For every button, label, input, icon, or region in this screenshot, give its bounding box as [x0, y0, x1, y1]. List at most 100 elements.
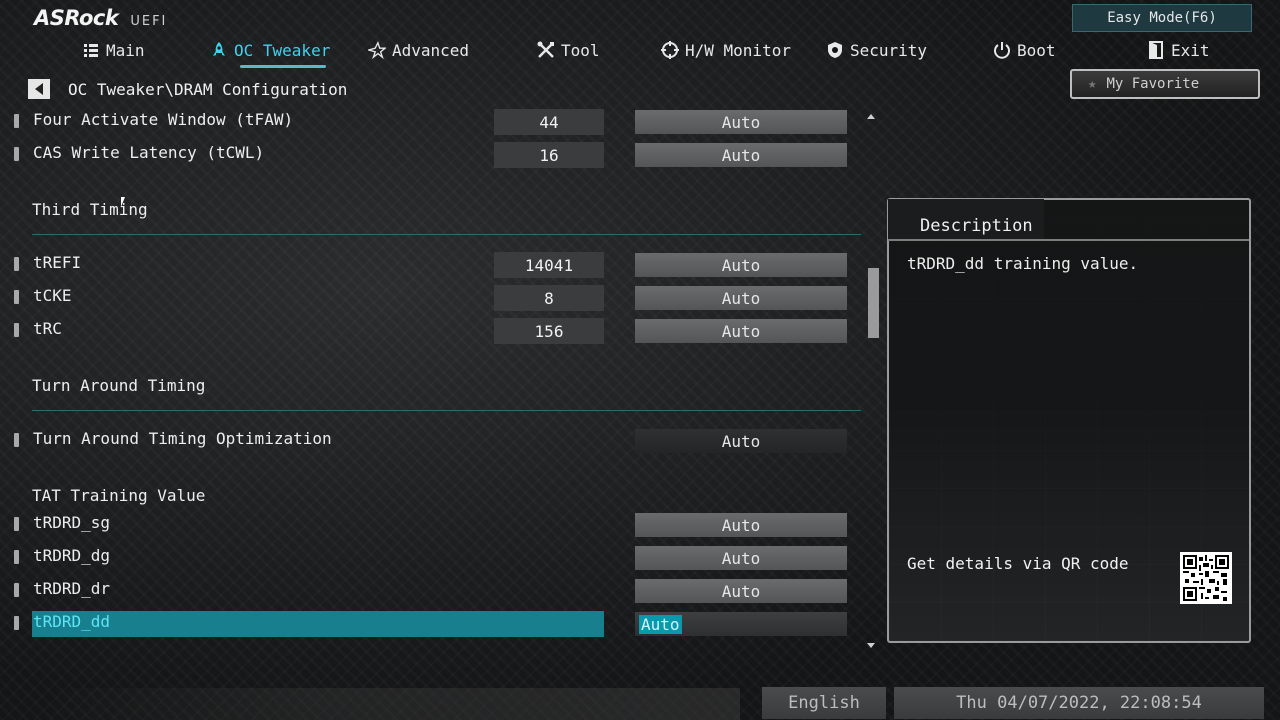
setting-label: tRC	[33, 319, 62, 338]
setting-label: tCKE	[33, 286, 72, 305]
row-marker	[14, 550, 19, 564]
row-marker	[14, 517, 19, 531]
section-divider	[32, 234, 861, 235]
option-dropdown[interactable]: Auto	[635, 579, 847, 603]
tab-advanced-label: Advanced	[392, 40, 470, 60]
selected-option-text: Auto	[639, 614, 682, 634]
easy-mode-button[interactable]: Easy Mode(F6)	[1072, 4, 1252, 32]
scrollbar-thumb[interactable]	[868, 268, 879, 338]
setting-row-tfaw[interactable]: Four Activate Window (tFAW) 44 Auto	[0, 109, 870, 135]
my-favorite-button[interactable]: ★ My Favorite	[1070, 69, 1260, 99]
logo-text: ASRock	[34, 6, 119, 30]
setting-label: Turn Around Timing Optimization	[33, 429, 332, 448]
setting-label: tRDRD_dr	[33, 579, 111, 598]
tab-main[interactable]: Main	[82, 36, 145, 64]
row-marker	[14, 290, 19, 304]
tab-tool[interactable]: Tool	[537, 36, 600, 64]
setting-row-trdrd-dd[interactable]: tRDRD_dd Auto	[0, 611, 870, 637]
setting-row-trc[interactable]: tRC 156 Auto	[0, 318, 870, 344]
tab-boot-label: Boot	[1017, 40, 1056, 60]
value-field: 14041	[494, 252, 604, 278]
favorite-star-icon: ★	[1088, 76, 1097, 92]
value-field: 16	[494, 142, 604, 168]
setting-row-trefi[interactable]: tREFI 14041 Auto	[0, 252, 870, 278]
row-marker	[14, 114, 19, 128]
setting-row-trdrd-dg[interactable]: tRDRD_dg Auto	[0, 545, 870, 571]
row-marker	[14, 323, 19, 337]
tab-boot[interactable]: Boot	[993, 36, 1056, 64]
option-dropdown[interactable]: Auto	[635, 110, 847, 134]
row-marker	[14, 433, 19, 447]
shield-icon	[826, 41, 844, 59]
value-field: 44	[494, 109, 604, 135]
footer-decoration	[40, 688, 740, 720]
selection-highlight	[32, 611, 604, 637]
scroll-up-arrow-icon[interactable]	[867, 114, 875, 119]
language-button[interactable]: English	[762, 687, 886, 719]
tab-hw-monitor[interactable]: H/W Monitor	[661, 36, 791, 64]
power-icon	[993, 41, 1011, 59]
setting-label: CAS Write Latency (tCWL)	[33, 143, 265, 162]
asrock-logo: ASRock UEFI	[34, 6, 167, 30]
tools-icon	[537, 41, 555, 59]
section-third-timing: Third Timing	[32, 200, 148, 219]
setting-row-tcke[interactable]: tCKE 8 Auto	[0, 285, 870, 311]
breadcrumb: OC Tweaker\DRAM Configuration	[68, 80, 348, 99]
tab-oc-tweaker[interactable]: OC Tweaker	[210, 36, 331, 68]
star-icon	[368, 41, 386, 59]
setting-row-tcwl[interactable]: CAS Write Latency (tCWL) 16 Auto	[0, 142, 870, 168]
main-nav: Main OC Tweaker Advanced Tool H/W Monito…	[0, 36, 1280, 68]
row-marker	[14, 616, 19, 630]
description-title: Description	[920, 216, 1033, 236]
scroll-down-arrow-icon[interactable]	[867, 643, 875, 648]
tab-security[interactable]: Security	[826, 36, 927, 64]
datetime-display: Thu 04/07/2022, 22:08:54	[894, 687, 1264, 719]
row-marker	[14, 147, 19, 161]
setting-row-tat-optimization[interactable]: Turn Around Timing Optimization Auto	[0, 428, 870, 454]
tab-tool-label: Tool	[561, 40, 600, 60]
qr-code-icon	[1180, 552, 1232, 604]
mouse-cursor-icon	[121, 197, 125, 207]
value-field: 8	[494, 285, 604, 311]
crosshair-icon	[661, 41, 679, 59]
tab-exit[interactable]: Exit	[1147, 36, 1210, 64]
setting-row-trdrd-sg[interactable]: tRDRD_sg Auto	[0, 512, 870, 538]
section-divider	[32, 410, 861, 411]
option-dropdown[interactable]: Auto	[635, 286, 847, 310]
tab-exit-label: Exit	[1171, 40, 1210, 60]
description-text: tRDRD_dd training value.	[907, 254, 1139, 273]
section-tat-training-value: TAT Training Value	[32, 486, 206, 505]
setting-row-trdrd-dr[interactable]: tRDRD_dr Auto	[0, 578, 870, 604]
option-dropdown[interactable]: Auto	[635, 253, 847, 277]
tab-main-label: Main	[106, 40, 145, 60]
scrollbar-track[interactable]	[868, 124, 879, 638]
row-marker	[14, 583, 19, 597]
section-turn-around-timing: Turn Around Timing	[32, 376, 206, 395]
list-icon	[82, 41, 100, 59]
setting-label: tRDRD_dd	[33, 612, 111, 631]
tab-oc-tweaker-label: OC Tweaker	[234, 40, 331, 60]
setting-label: Four Activate Window (tFAW)	[33, 110, 294, 129]
option-dropdown[interactable]: Auto	[635, 546, 847, 570]
description-tab-line	[1044, 239, 1249, 241]
value-field: 156	[494, 318, 604, 344]
back-button[interactable]	[28, 79, 50, 99]
tab-advanced[interactable]: Advanced	[368, 36, 469, 64]
option-dropdown[interactable]: Auto	[635, 612, 847, 636]
logo-subtext: UEFI	[130, 14, 168, 29]
setting-label: tRDRD_dg	[33, 546, 111, 565]
rocket-icon	[210, 41, 228, 59]
setting-label: tRDRD_sg	[33, 513, 111, 532]
tab-security-label: Security	[850, 40, 928, 60]
setting-label: tREFI	[33, 253, 82, 272]
tab-hw-monitor-label: H/W Monitor	[685, 40, 791, 60]
my-favorite-label: My Favorite	[1106, 76, 1200, 92]
option-dropdown[interactable]: Auto	[635, 143, 847, 167]
back-arrow-icon	[35, 83, 43, 95]
option-dropdown[interactable]: Auto	[635, 429, 847, 453]
option-dropdown[interactable]: Auto	[635, 513, 847, 537]
option-dropdown[interactable]: Auto	[635, 319, 847, 343]
qr-code-text: Get details via QR code	[907, 554, 1129, 573]
row-marker	[14, 257, 19, 271]
exit-icon	[1147, 41, 1165, 59]
